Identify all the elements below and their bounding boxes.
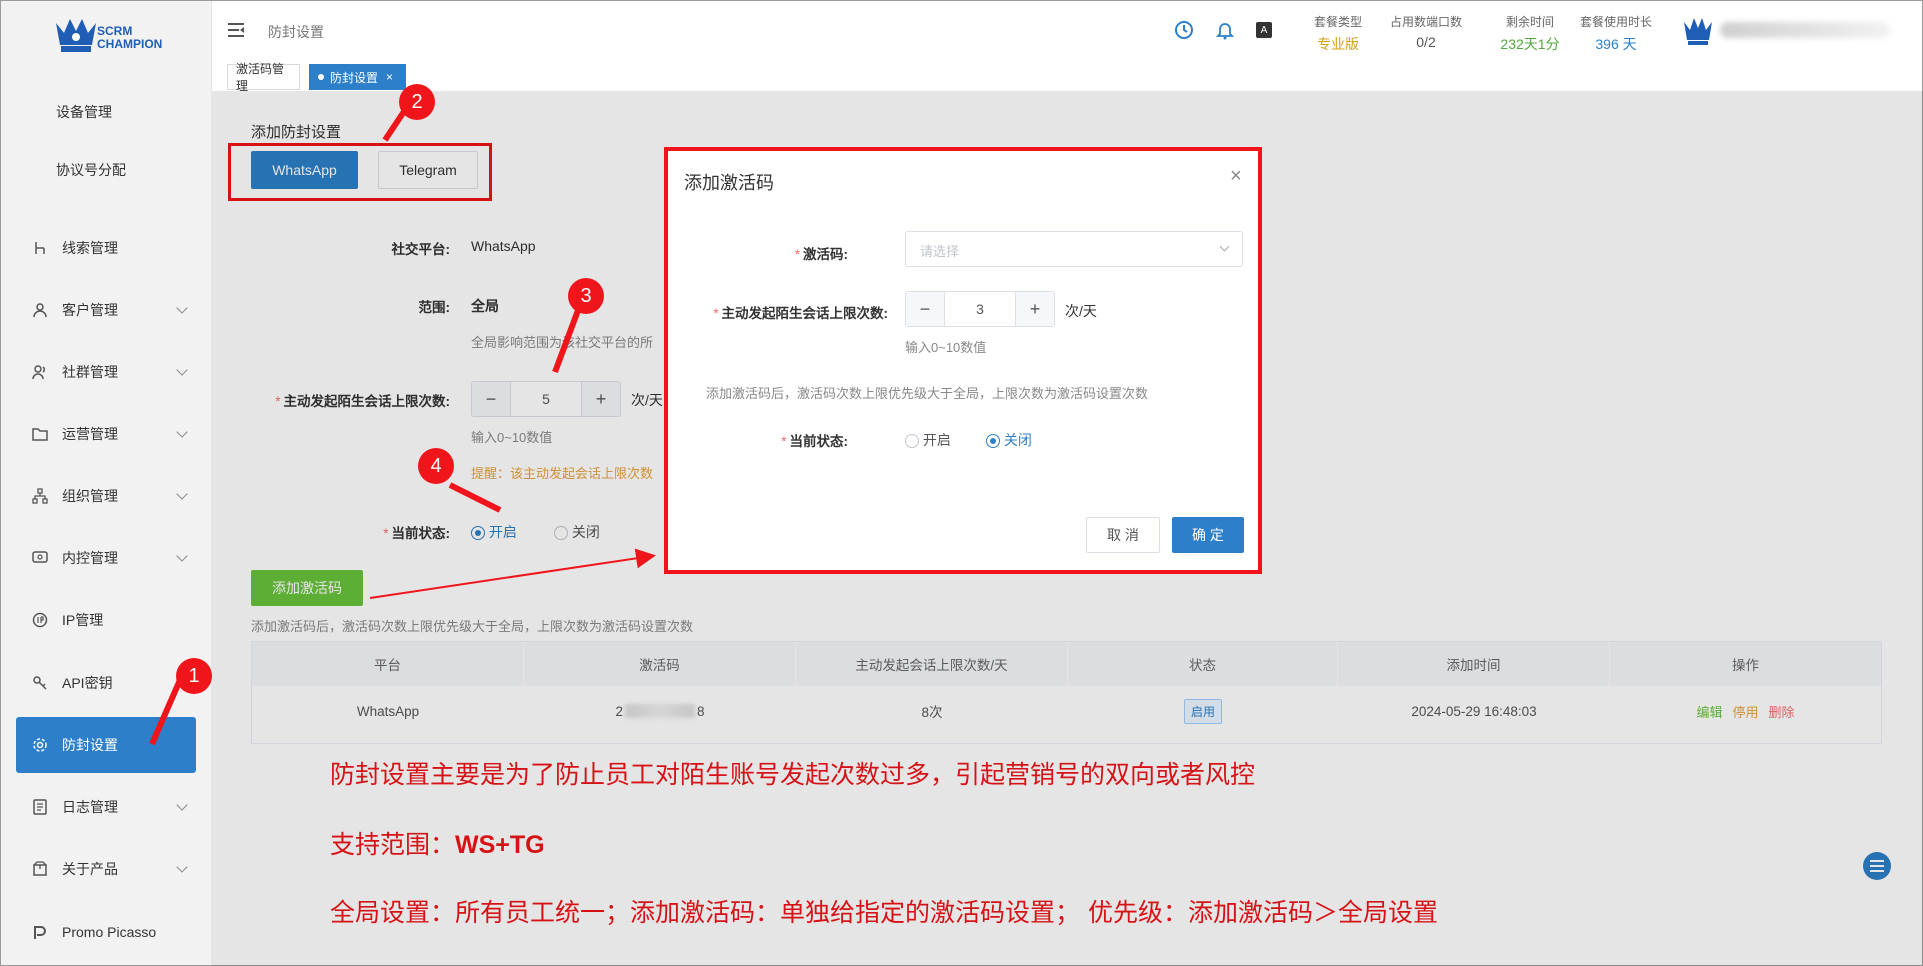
arrow-to-modal [369,548,656,599]
arrow-4 [448,482,502,513]
marker-2: 2 [399,84,435,120]
arrow-3 [552,303,583,374]
annotation-arrows [149,108,656,746]
marker-3: 3 [568,278,604,314]
arrow-2 [382,108,408,142]
marker-1: 1 [176,658,212,694]
arrow-1 [149,678,183,746]
marker-4: 4 [418,448,454,484]
